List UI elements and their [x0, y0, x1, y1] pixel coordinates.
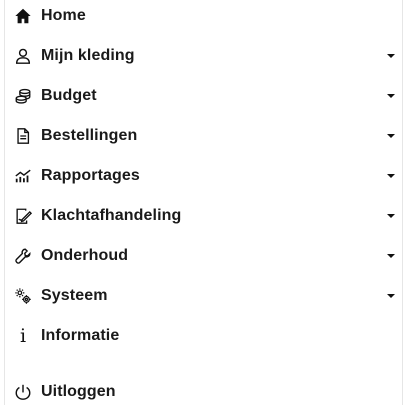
chevron-down-icon[interactable]	[387, 214, 395, 218]
menu-item-label: Budget	[41, 87, 97, 104]
signature-icon	[13, 206, 33, 226]
wrench-icon	[13, 246, 33, 266]
menu-item-label: Mijn kleding	[41, 47, 135, 64]
gears-icon	[13, 286, 33, 306]
menu-item-label: Uitloggen	[41, 383, 116, 400]
chevron-down-icon[interactable]	[387, 94, 395, 98]
coins-icon	[13, 86, 33, 106]
sidebar-menu: Home Mijn kleding Budget Bestellingen Ra…	[4, 0, 403, 405]
menu-item-label: Bestellingen	[41, 127, 138, 144]
menu-item-budget[interactable]: Budget	[5, 80, 402, 112]
menu-item-label: Informatie	[41, 327, 120, 344]
menu-item-uitloggen[interactable]: Uitloggen	[5, 376, 402, 408]
menu-item-onderhoud[interactable]: Onderhoud	[5, 240, 402, 272]
chevron-down-icon[interactable]	[387, 54, 395, 58]
menu-item-mijn-kleding[interactable]: Mijn kleding	[5, 40, 402, 72]
home-icon	[13, 6, 33, 26]
menu-item-rapportages[interactable]: Rapportages	[5, 160, 402, 192]
menu-item-label: Onderhoud	[41, 247, 129, 264]
menu-item-informatie[interactable]: i Informatie	[5, 320, 402, 352]
menu-item-bestellingen[interactable]: Bestellingen	[5, 120, 402, 152]
document-icon	[13, 126, 33, 146]
menu-item-label: Klachtafhandeling	[41, 207, 182, 224]
chart-icon	[13, 166, 33, 186]
chevron-down-icon[interactable]	[387, 134, 395, 138]
menu-item-systeem[interactable]: Systeem	[5, 280, 402, 312]
info-icon: i	[19, 325, 27, 347]
chevron-down-icon[interactable]	[387, 254, 395, 258]
menu-item-label: Home	[41, 7, 86, 24]
user-icon	[13, 46, 33, 66]
power-icon	[13, 382, 33, 402]
menu-item-home[interactable]: Home	[5, 0, 402, 32]
menu-item-klachtafhandeling[interactable]: Klachtafhandeling	[5, 200, 402, 232]
menu-item-label: Systeem	[41, 287, 108, 304]
chevron-down-icon[interactable]	[387, 294, 395, 298]
chevron-down-icon[interactable]	[387, 174, 395, 178]
menu-item-label: Rapportages	[41, 167, 140, 184]
